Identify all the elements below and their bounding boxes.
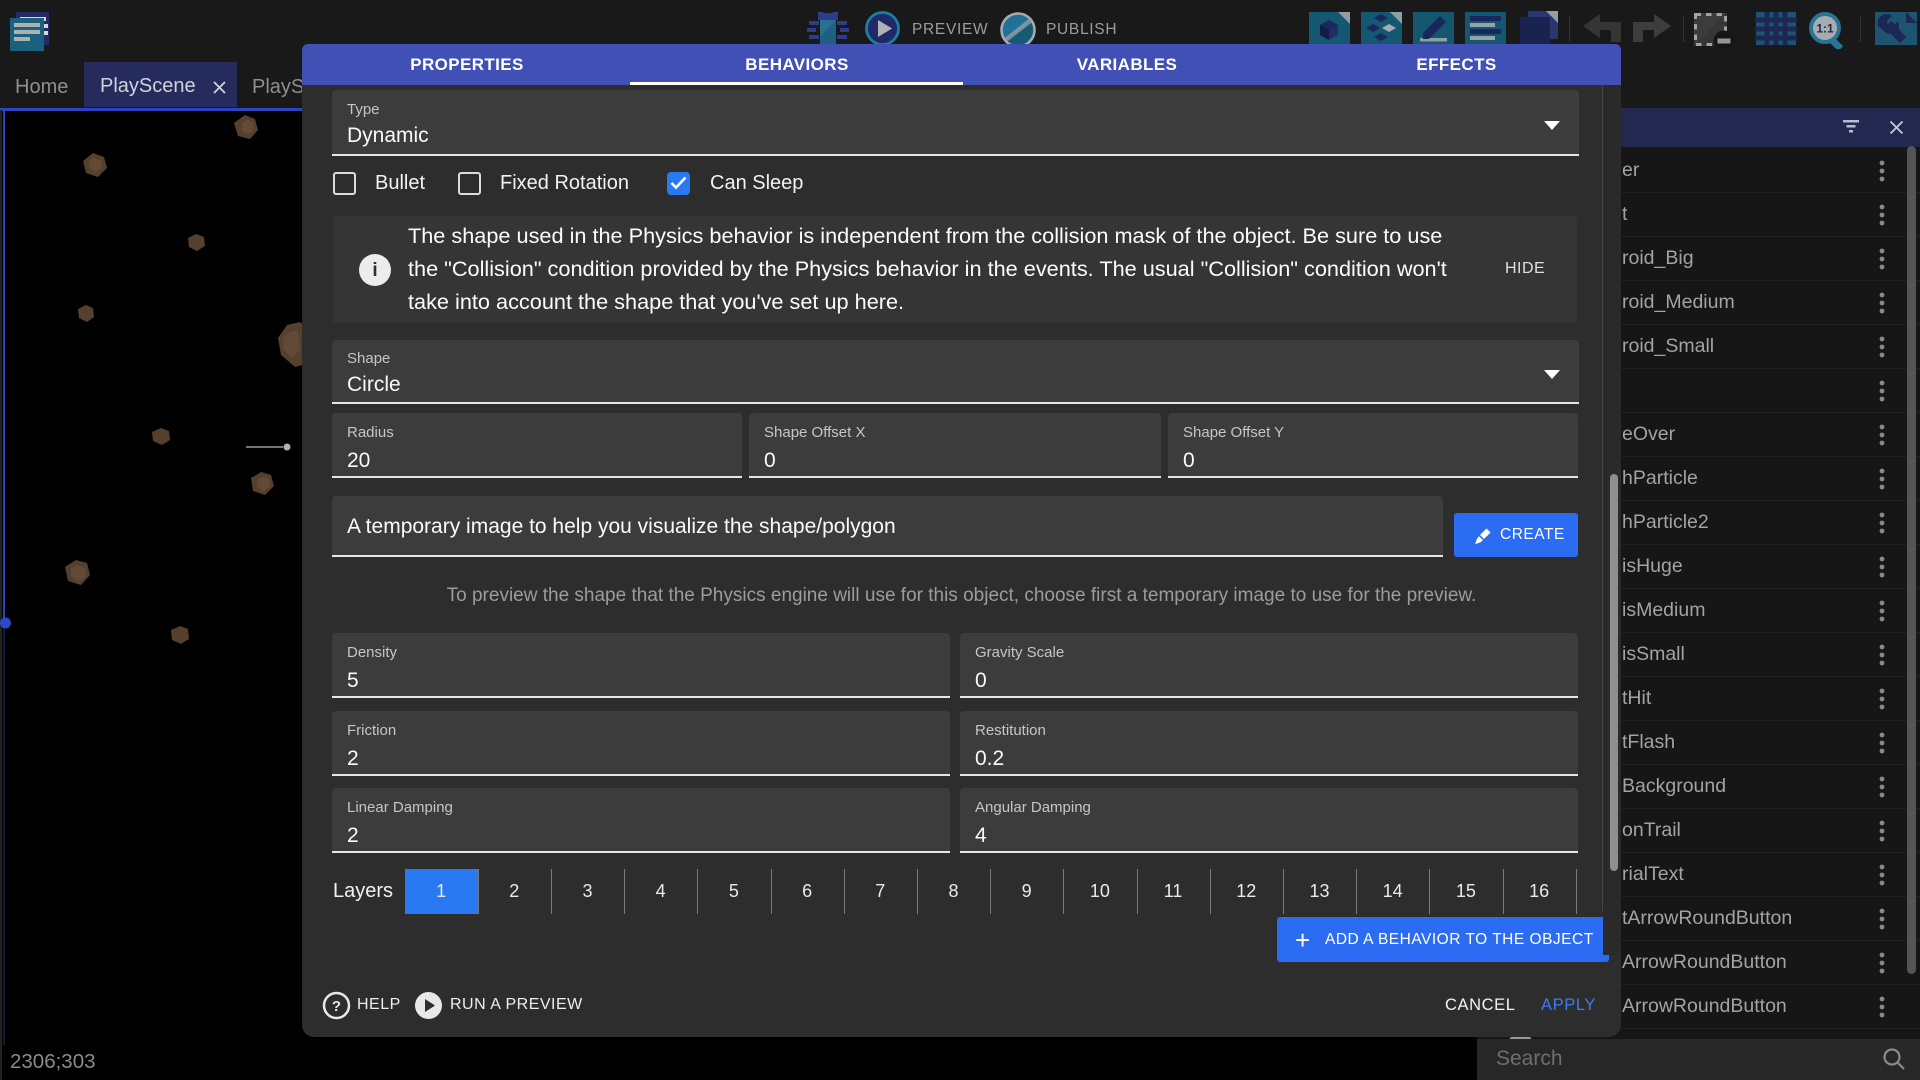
svg-text:?: ?: [332, 998, 341, 1015]
svg-text:1:1: 1:1: [1816, 22, 1834, 36]
